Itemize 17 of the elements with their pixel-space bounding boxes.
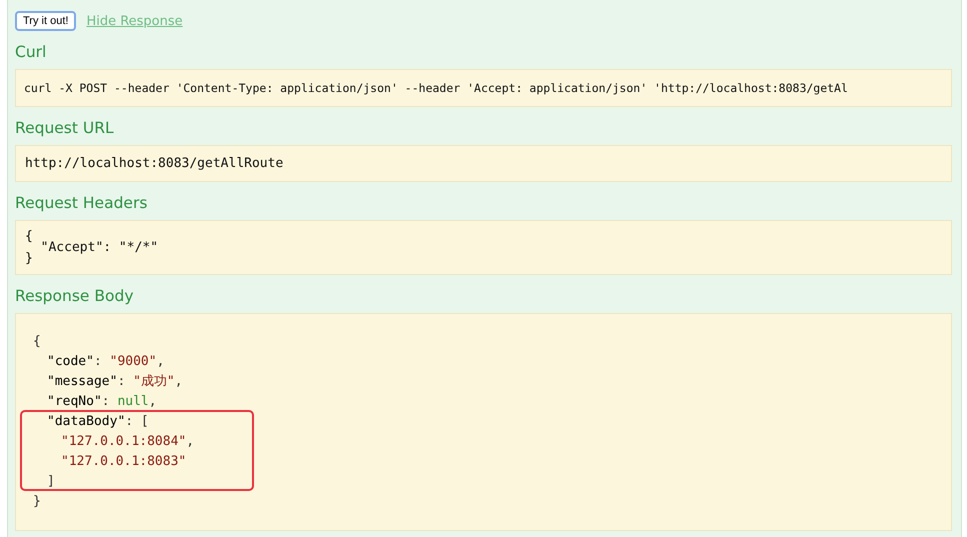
code-line: "127.0.0.1:8083" xyxy=(61,453,188,471)
section-heading: Request Headers xyxy=(15,194,148,212)
section-heading: Curl xyxy=(15,43,48,61)
code-line: "127.0.0.1:8084", xyxy=(61,433,196,451)
try-it-out-button[interactable]: Try it out! xyxy=(15,11,76,31)
code-line: ] xyxy=(47,473,56,491)
code-line: { xyxy=(33,333,42,351)
code-line: "dataBody": [ xyxy=(47,413,150,431)
request-url: http://localhost:8083/getAllRoute xyxy=(15,145,952,182)
headers-code-block: { "Accept": "*/*" } xyxy=(15,220,952,275)
code-line: "reqNo": null, xyxy=(47,393,158,411)
curl-command: curl -X POST --header 'Content-Type: application/json' --header 'Accept: application/json' 'http://localhost:8083/getAl xyxy=(15,69,952,107)
code-line: "message": "成功", xyxy=(47,373,184,391)
code-line: "code": "9000", xyxy=(47,353,166,371)
section-heading: Response Body xyxy=(15,287,134,305)
section-heading: Request URL xyxy=(15,119,115,137)
code-line: } xyxy=(33,493,42,511)
